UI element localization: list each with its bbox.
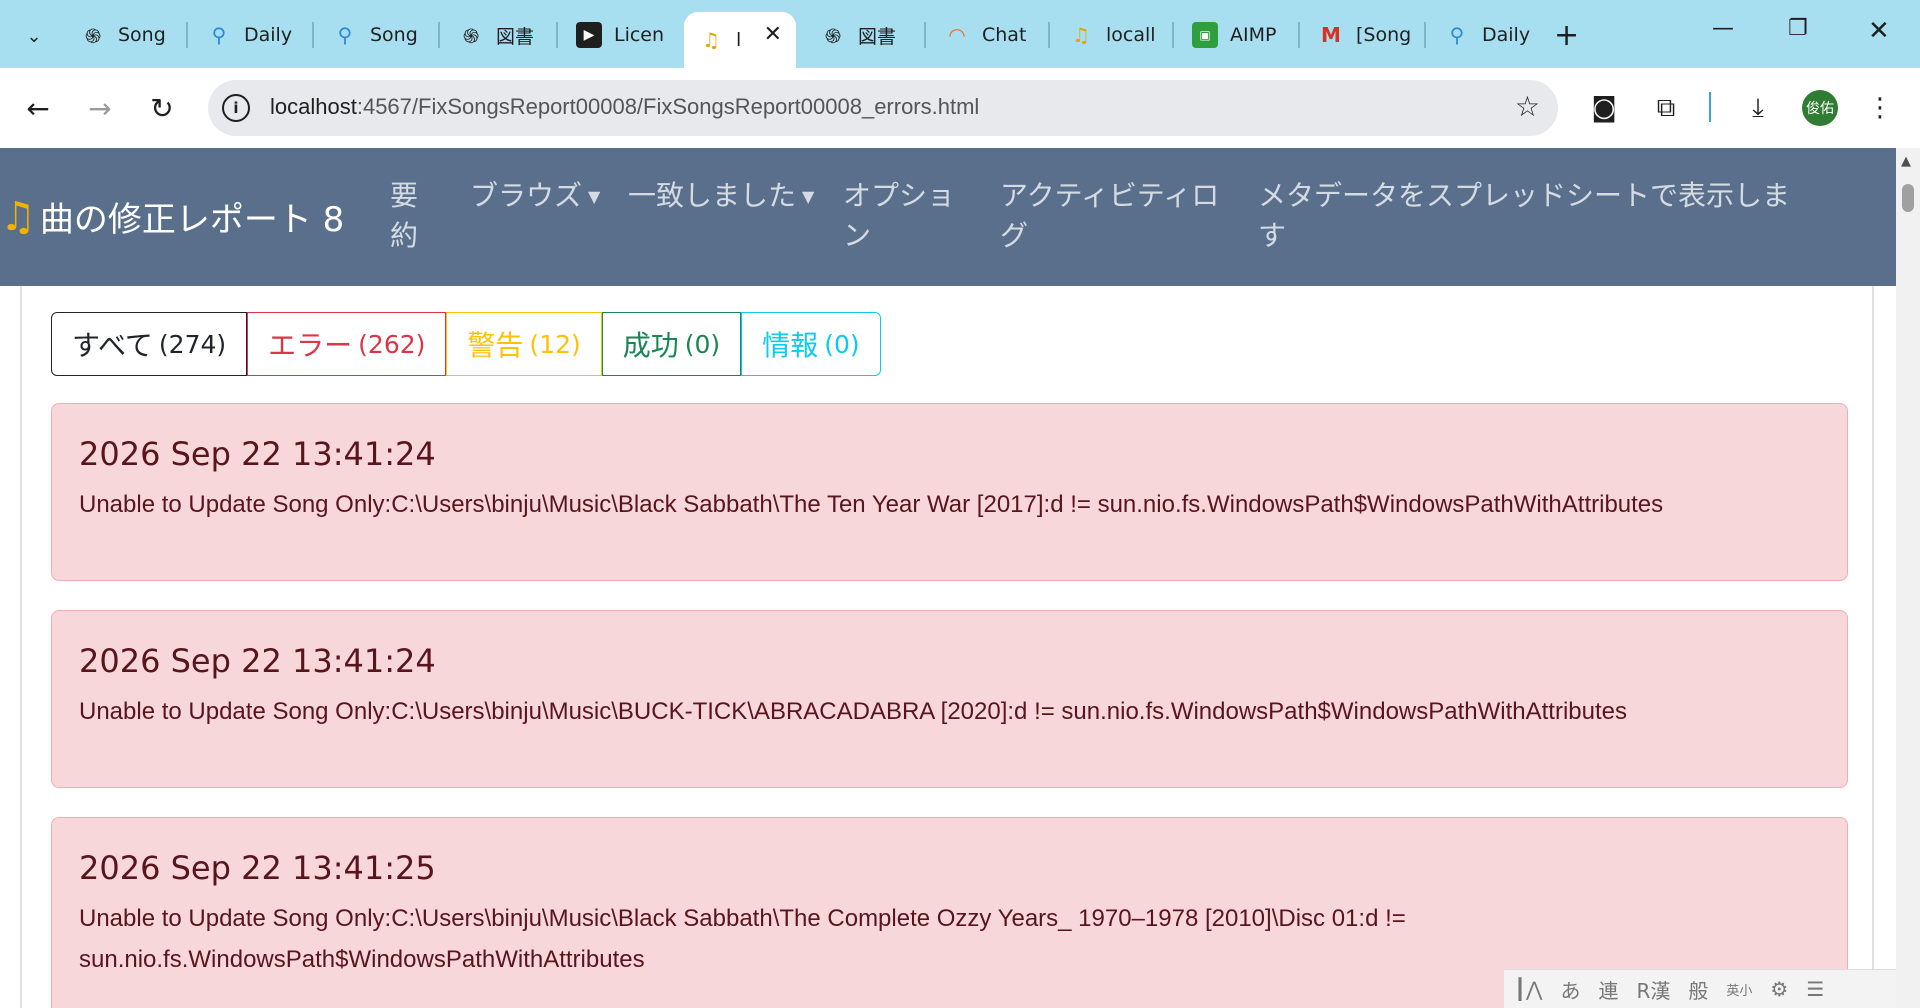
filter-error-button[interactable]: エラー (262) (247, 312, 447, 376)
openai-icon: ֍ (84, 23, 102, 48)
tab-7[interactable]: ◠ Chat (930, 12, 1048, 58)
tab-0[interactable]: ֍ Song (66, 12, 186, 58)
extensions-puzzle-icon[interactable]: ⧉ (1646, 88, 1686, 128)
tab-10[interactable]: M [Song (1304, 12, 1424, 58)
entry-timestamp: 2026 Sep 22 13:41:25 (79, 849, 436, 887)
tab-3[interactable]: ֍ 図書 (444, 12, 550, 58)
tab-6[interactable]: ֍ 図書 (806, 12, 918, 58)
tab-11[interactable]: ⚲ Daily (1430, 12, 1550, 58)
scroll-thumb[interactable] (1902, 184, 1914, 212)
dropdown-caret-icon: ▼ (588, 187, 601, 206)
openai-icon: ֍ (462, 23, 480, 48)
address-bar[interactable]: i localhost:4567/FixSongsReport00008/Fix… (208, 80, 1558, 136)
ime-menu-icon[interactable]: ☰ (1806, 977, 1824, 1001)
entry-message: Unable to Update Song Only:C:\Users\binj… (79, 905, 1406, 973)
nav-matched[interactable]: 一致しました ▼ (628, 176, 814, 217)
page-scrollbar[interactable]: ▲ (1896, 148, 1920, 1008)
toolbar-separator (1709, 92, 1711, 122)
music-note-icon: ♫ (1072, 23, 1090, 47)
aimp-icon: ▣ (1192, 22, 1218, 48)
menu-dots-icon[interactable]: ⋮ (1860, 88, 1900, 128)
ime-toolbar: ┃⋀ あ 連 R漢 般 英小 ⚙ ☰ (1504, 969, 1896, 1008)
filter-success-button[interactable]: 成功 (0) (601, 312, 742, 376)
error-entry: 2026 Sep 22 13:41:24 Unable to Update So… (51, 610, 1848, 788)
minimize-icon[interactable]: — (1712, 16, 1734, 41)
entry-timestamp: 2026 Sep 22 13:41:24 (79, 642, 436, 680)
openai-icon: ֍ (824, 23, 842, 48)
nav-browse[interactable]: ブラウズ ▼ (470, 176, 600, 217)
scroll-up-icon[interactable]: ▲ (1901, 154, 1911, 169)
entry-message: Unable to Update Song Only:C:\Users\binj… (79, 698, 1627, 725)
tab-separator (438, 22, 440, 48)
restore-icon[interactable]: ❐ (1788, 16, 1808, 41)
brand-title: 曲の修正レポート 8 (39, 200, 345, 240)
tab-separator (924, 22, 926, 48)
tab-separator (1172, 22, 1174, 48)
play-icon: ▶ (576, 22, 602, 48)
nav-options[interactable]: オプショ ン (843, 176, 955, 256)
forward-icon[interactable]: → (82, 90, 118, 126)
tab-1[interactable]: ⚲ Daily (192, 12, 312, 58)
tab-separator (556, 22, 558, 48)
filter-info-button[interactable]: 情報 (0) (741, 312, 881, 376)
app-navbar: ♫ 曲の修正レポート 8 要 約 ブラウズ ▼ 一致しました ▼ オプショ ン アク… (0, 148, 1896, 286)
tab-separator (1424, 22, 1426, 48)
tab-separator (312, 22, 314, 48)
profile-avatar[interactable]: 俊佑 (1802, 90, 1838, 126)
download-icon[interactable]: ⤓ (1738, 88, 1778, 128)
tab-strip: ⌄ ֍ Song ⚲ Daily ⚲ Song ֍ 図書 ▶ Licen ♫ l ✕ ֍ 図書… (0, 0, 1920, 68)
rainbow-icon: ◠ (948, 23, 966, 47)
pin-icon: ⚲ (1449, 23, 1465, 47)
music-note-icon: ♫ (0, 193, 36, 240)
tab-9[interactable]: ▣ AIMP (1178, 12, 1298, 58)
tab-separator (186, 22, 188, 48)
tab-2[interactable]: ⚲ Song (318, 12, 438, 58)
incognito-extension-icon[interactable]: ◙ (1584, 88, 1624, 128)
back-icon[interactable]: ← (20, 90, 56, 126)
filter-button-group: すべて (274) エラー (262) 警告 (12) 成功 (0) 情報 (0) (51, 312, 881, 376)
close-tab-icon[interactable]: ✕ (764, 22, 782, 47)
new-tab-icon[interactable]: + (1554, 18, 1579, 53)
nav-summary[interactable]: 要 約 (390, 176, 430, 256)
nav-spreadsheet[interactable]: メタデータをスプレッドシートで表示しま す (1258, 176, 1790, 256)
entry-timestamp: 2026 Sep 22 13:41:24 (79, 435, 436, 473)
filter-all-button[interactable]: すべて (274) (51, 312, 248, 376)
error-entry: 2026 Sep 22 13:41:24 Unable to Update So… (51, 403, 1848, 581)
bookmark-star-icon[interactable]: ☆ (1515, 90, 1540, 123)
navbar-brand[interactable]: ♫ 曲の修正レポート 8 (0, 192, 344, 241)
site-info-icon[interactable]: i (222, 94, 250, 122)
tab-8[interactable]: ♫ locall (1054, 12, 1172, 58)
ime-grip-icon: ┃⋀ (1514, 977, 1543, 1001)
ime-tools-icon[interactable]: ⚙ (1770, 977, 1788, 1001)
report-content: すべて (274) エラー (262) 警告 (12) 成功 (0) 情報 (0) 202… (20, 286, 1874, 1008)
music-note-icon: ♫ (702, 28, 720, 52)
tab-separator (1298, 22, 1300, 48)
nav-activity-log[interactable]: アクティビティロ グ (1000, 176, 1219, 256)
tab-search-chevron-icon[interactable]: ⌄ (18, 20, 50, 52)
gmail-icon: M (1321, 23, 1341, 47)
ime-dictionary[interactable]: 般 (1688, 975, 1708, 1004)
reload-icon[interactable]: ↻ (144, 90, 180, 126)
ime-kanji[interactable]: R漢 (1636, 975, 1670, 1004)
browser-toolbar: ← → ↻ i localhost:4567/FixSongsReport000… (0, 68, 1920, 148)
tab-separator (1048, 22, 1050, 48)
ime-conversion[interactable]: 連 (1598, 975, 1618, 1004)
close-window-icon[interactable]: ✕ (1868, 16, 1890, 46)
tab-5-active[interactable]: ♫ l ✕ (684, 12, 796, 68)
ime-mode[interactable]: 英小 (1726, 980, 1752, 999)
entry-message: Unable to Update Song Only:C:\Users\binj… (79, 491, 1664, 518)
filter-warning-button[interactable]: 警告 (12) (446, 312, 602, 376)
url-text[interactable]: localhost:4567/FixSongsReport00008/FixSo… (270, 94, 979, 120)
tab-4[interactable]: ▶ Licen (562, 12, 674, 58)
dropdown-caret-icon: ▼ (802, 187, 815, 206)
ime-hiragana[interactable]: あ (1560, 975, 1580, 1004)
pin-icon: ⚲ (211, 23, 227, 47)
pin-icon: ⚲ (337, 23, 353, 47)
